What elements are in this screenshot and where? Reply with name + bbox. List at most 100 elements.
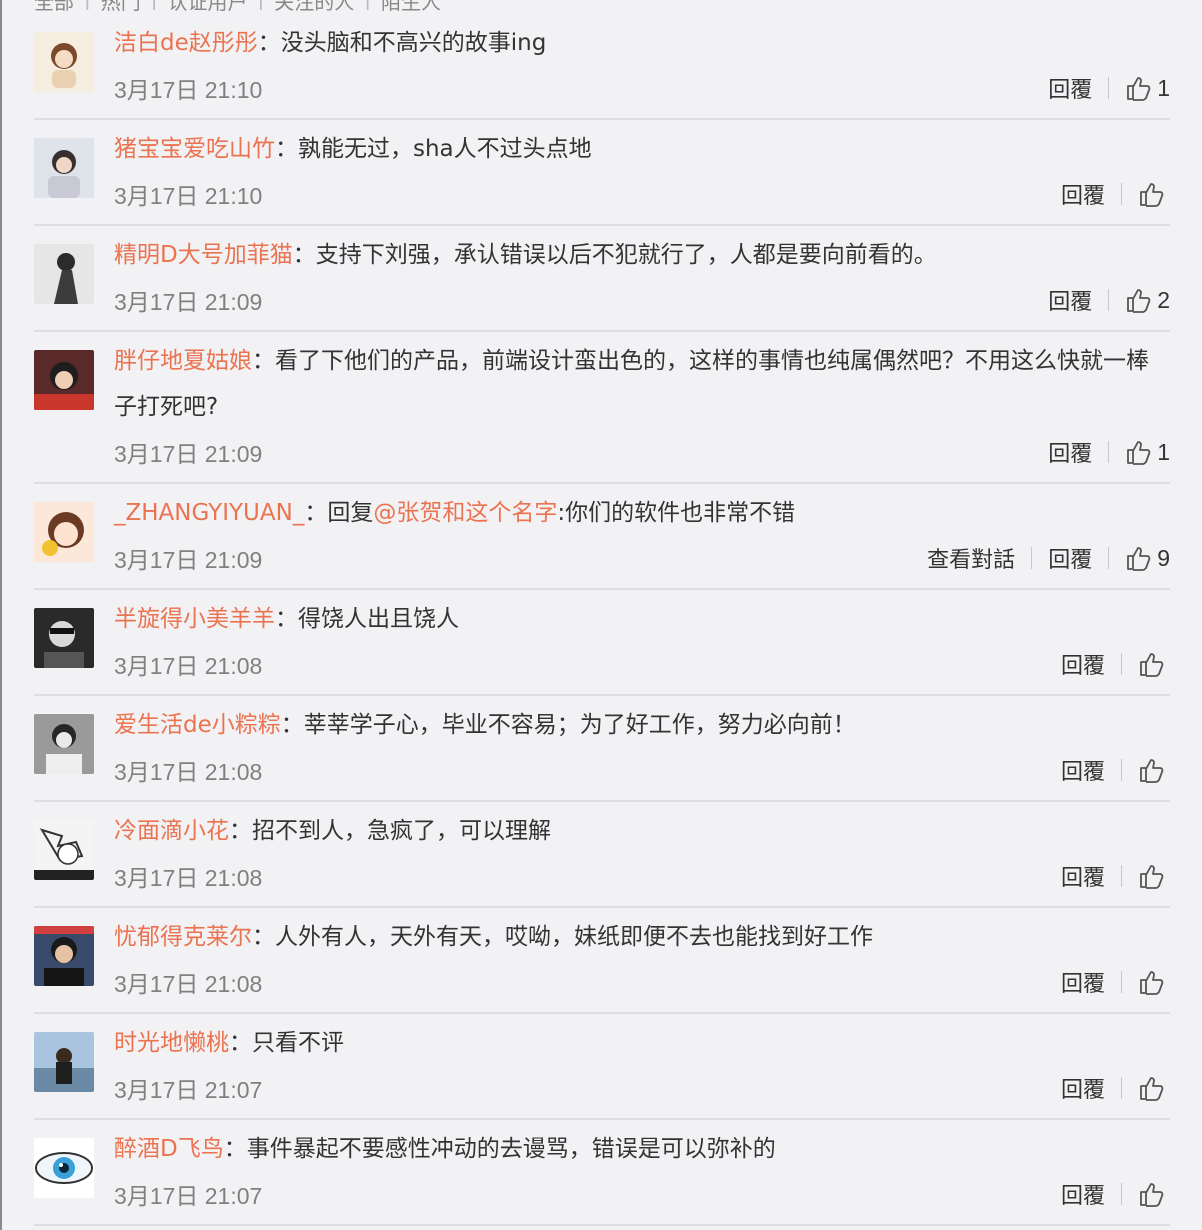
like-button[interactable]	[1138, 180, 1170, 208]
comment-actions: 回覆	[1061, 1072, 1170, 1104]
avatar[interactable]	[34, 714, 94, 774]
avatar[interactable]	[34, 244, 94, 304]
comment-actions: 回覆	[1061, 966, 1170, 998]
comment-meta: 3月17日 21:09 回覆 2	[114, 282, 1170, 318]
comment-meta: 3月17日 21:08 回覆	[114, 858, 1170, 894]
comment-meta: 3月17日 21:10 回覆	[114, 176, 1170, 212]
filter-tab-strangers[interactable]: 陌生人	[381, 0, 441, 14]
comment-text: 没头脑和不高兴的故事ing	[280, 30, 547, 56]
comment-body: 冷面滴小花：招不到人，急疯了，可以理解	[114, 808, 1170, 854]
avatar[interactable]	[34, 1138, 94, 1198]
reply-button[interactable]: 回覆	[1048, 284, 1092, 316]
thumbs-up-icon	[1138, 1074, 1166, 1102]
comment-time: 3月17日 21:08	[114, 653, 263, 679]
comment-username[interactable]: 时光地懒桃	[114, 1030, 229, 1056]
avatar[interactable]	[34, 32, 94, 92]
like-button[interactable]	[1138, 1180, 1170, 1208]
comment-username[interactable]: 胖仔地夏姑娘	[114, 348, 252, 374]
comment-username[interactable]: 冷面滴小花	[114, 818, 229, 844]
reply-button[interactable]: 回覆	[1048, 72, 1092, 104]
avatar[interactable]	[34, 608, 94, 668]
comment-username[interactable]: 醉酒D飞鸟	[114, 1136, 224, 1162]
like-button[interactable]	[1138, 968, 1170, 996]
comment-username[interactable]: 半旋得小美羊羊	[114, 606, 275, 632]
comment-username[interactable]: 精明D大号加菲猫	[114, 242, 293, 268]
comment-actions: 查看對話 回覆 9	[927, 542, 1170, 574]
comment-username[interactable]: 洁白de赵彤彤	[114, 30, 258, 56]
reply-button[interactable]: 回覆	[1061, 754, 1105, 786]
mention-link[interactable]: @张贺和这个名字	[373, 500, 557, 526]
view-conversation-button[interactable]: 查看對話	[927, 542, 1015, 574]
comment-item: 时光地懒桃：只看不评 3月17日 21:07 回覆	[34, 1012, 1170, 1120]
like-button[interactable]	[1138, 650, 1170, 678]
comment-time: 3月17日 21:10	[114, 183, 263, 209]
comment-username[interactable]: 爱生活de小粽粽	[114, 712, 281, 738]
comment-body: 忧郁得克莱尔：人外有人，天外有天，哎呦，妹纸即便不去也能找到好工作	[114, 914, 1170, 960]
comment-username[interactable]: 猪宝宝爱吃山竹	[114, 136, 275, 162]
comment-text: 只看不评	[252, 1030, 344, 1056]
like-button[interactable]: 1	[1125, 74, 1170, 102]
comment-actions: 回覆 2	[1048, 284, 1170, 316]
comment-meta: 3月17日 21:07 回覆	[114, 1176, 1170, 1212]
divider	[1108, 77, 1110, 99]
comment-text: :你们的软件也非常不错	[557, 500, 796, 526]
comment-text: 孰能无过，sha人不过头点地	[298, 136, 592, 162]
comment-item: 胖仔地夏姑娘：看了下他们的产品，前端设计蛮出色的，这样的事情也纯属偶然吧？不用这…	[34, 330, 1170, 484]
filter-tab-verified[interactable]: 认证用户	[168, 0, 248, 14]
colon: ：	[252, 924, 275, 950]
reply-button[interactable]: 回覆	[1061, 860, 1105, 892]
avatar[interactable]	[34, 502, 94, 562]
divider	[1121, 183, 1122, 205]
comment-time: 3月17日 21:08	[114, 865, 263, 891]
comment-meta: 3月17日 21:09 查看對話 回覆 9	[114, 540, 1170, 576]
colon: ：	[252, 348, 275, 374]
reply-button[interactable]: 回覆	[1048, 542, 1092, 574]
comment-body: 洁白de赵彤彤：没头脑和不高兴的故事ing	[114, 20, 1170, 66]
comment-item: 冷面滴小花：招不到人，急疯了，可以理解 3月17日 21:08 回覆	[34, 800, 1170, 908]
comment-actions: 回覆	[1061, 648, 1170, 680]
thumbs-up-icon	[1138, 968, 1166, 996]
reply-button[interactable]: 回覆	[1061, 1072, 1105, 1104]
like-button[interactable]: 2	[1125, 286, 1170, 314]
filter-tab-separator: |	[258, 0, 265, 10]
comment-body: 半旋得小美羊羊：得饶人出且饶人	[114, 596, 1170, 642]
like-button[interactable]	[1138, 1074, 1170, 1102]
like-button[interactable]: 1	[1125, 438, 1170, 466]
comment-body: 猪宝宝爱吃山竹：孰能无过，sha人不过头点地	[114, 126, 1170, 172]
comment-time: 3月17日 21:09	[114, 547, 263, 573]
comment-time: 3月17日 21:08	[114, 759, 263, 785]
reply-button[interactable]: 回覆	[1061, 178, 1105, 210]
divider	[1108, 441, 1110, 463]
reply-button[interactable]: 回覆	[1061, 648, 1105, 680]
comment-username[interactable]: _ZHANGYIYUAN_	[114, 500, 304, 526]
avatar[interactable]	[34, 350, 94, 410]
filter-tab-following[interactable]: 关注的人	[274, 0, 354, 14]
comment-username[interactable]: 忧郁得克莱尔	[114, 924, 252, 950]
colon: ：	[223, 1136, 247, 1162]
avatar[interactable]	[34, 926, 94, 986]
divider	[1121, 971, 1122, 993]
like-count: 1	[1157, 74, 1170, 101]
divider	[1031, 547, 1033, 569]
reply-button[interactable]: 回覆	[1048, 436, 1092, 468]
colon: ：	[275, 606, 298, 632]
filter-tab-all[interactable]: 全部	[34, 0, 74, 14]
comment-actions: 回覆 1	[1048, 436, 1170, 468]
comment-time: 3月17日 21:09	[114, 289, 263, 315]
filter-tab-separator: |	[84, 0, 91, 10]
reply-button[interactable]: 回覆	[1061, 966, 1105, 998]
comment-item: 猪宝宝爱吃山竹：孰能无过，sha人不过头点地 3月17日 21:10 回覆	[34, 118, 1170, 226]
like-button[interactable]: 9	[1125, 544, 1170, 572]
avatar[interactable]	[34, 138, 94, 198]
like-button[interactable]	[1138, 756, 1170, 784]
comment-body: 爱生活de小粽粽：莘莘学子心，毕业不容易；为了好工作，努力必向前！	[114, 702, 1170, 748]
divider	[1108, 289, 1110, 311]
avatar[interactable]	[34, 1032, 94, 1092]
comment-text: 事件暴起不要感性冲动的去谩骂，错误是可以弥补的	[246, 1136, 776, 1162]
avatar[interactable]	[34, 820, 94, 880]
filter-tab-hot[interactable]: 热门	[101, 0, 141, 14]
reply-button[interactable]: 回覆	[1061, 1178, 1105, 1210]
like-button[interactable]	[1138, 862, 1170, 890]
comment-text: 支持下刘强，承认错误以后不犯就行了，人都是要向前看的。	[315, 242, 937, 268]
colon: ：	[229, 818, 252, 844]
